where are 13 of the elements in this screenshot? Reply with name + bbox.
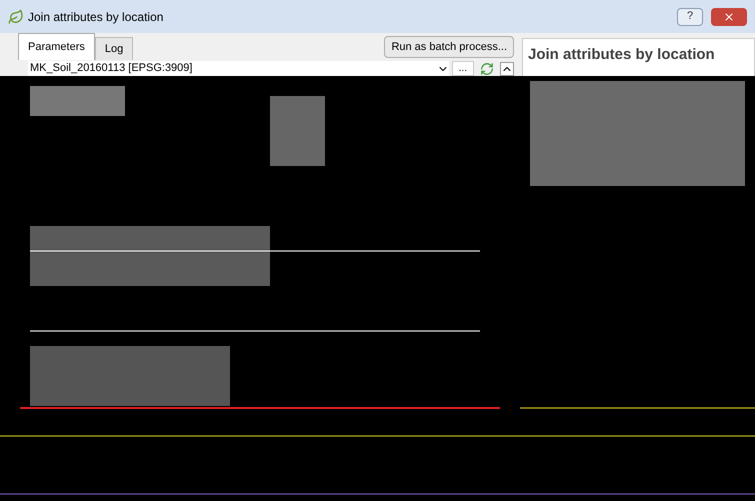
layer-combo[interactable]: MK_Soil_20160113 [EPSG:3909] xyxy=(28,61,449,76)
refresh-icon[interactable] xyxy=(480,62,494,76)
leaf-icon xyxy=(8,8,24,24)
batch-button[interactable]: Run as batch process... xyxy=(384,36,514,58)
help-button[interactable]: ? xyxy=(677,8,703,26)
tab[interactable]: Parameters xyxy=(18,33,95,60)
close-icon xyxy=(723,10,735,22)
help-title: Join attributes by location xyxy=(528,46,715,63)
window-title: Join attributes by location xyxy=(28,8,164,26)
browse-button[interactable]: ... xyxy=(452,61,474,76)
close-button[interactable] xyxy=(711,8,747,26)
tab[interactable]: Log xyxy=(94,37,134,60)
scroll-up-button[interactable] xyxy=(500,62,514,76)
